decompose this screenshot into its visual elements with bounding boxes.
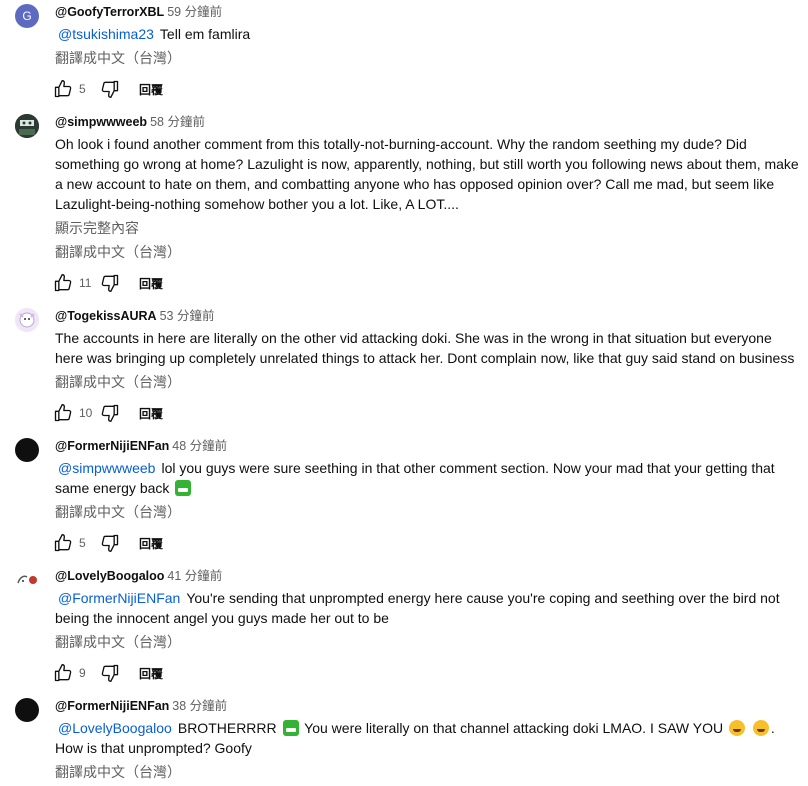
green-grin-emoji-icon — [175, 480, 192, 496]
like-button[interactable] — [52, 272, 74, 294]
reply-button[interactable]: 回覆 — [139, 275, 163, 292]
like-count: 5 — [79, 536, 86, 550]
thumb-up-icon — [54, 274, 72, 292]
thumb-up-icon — [54, 404, 72, 422]
translate-button[interactable]: 翻譯成中文（台灣） — [55, 372, 181, 392]
translate-button[interactable]: 翻譯成中文（台灣） — [55, 48, 181, 68]
comment-header: @LovelyBoogaloo 41 分鐘前 — [55, 568, 222, 584]
comment-actions: 11 回覆 — [52, 271, 163, 295]
thumb-down-icon — [101, 274, 119, 292]
comment-body: The accounts in here are literally on th… — [55, 330, 795, 366]
reply-button[interactable]: 回覆 — [139, 535, 163, 552]
comment-body-part2: You were literally on that channel attac… — [304, 720, 724, 736]
dislike-button[interactable] — [99, 78, 121, 100]
avatar-image-icon — [15, 568, 39, 592]
comment-time[interactable]: 58 分鐘前 — [150, 115, 205, 129]
reply-button[interactable]: 回覆 — [139, 81, 163, 98]
comment-time[interactable]: 41 分鐘前 — [167, 569, 222, 583]
comment-header: @GoofyTerrorXBL 59 分鐘前 — [55, 4, 222, 20]
reply-button[interactable]: 回覆 — [139, 405, 163, 422]
avatar[interactable] — [15, 698, 39, 722]
comment-author[interactable]: @LovelyBoogaloo — [55, 569, 164, 583]
translate-button[interactable]: 翻譯成中文（台灣） — [55, 242, 181, 262]
like-count: 10 — [79, 406, 93, 420]
show-more-button[interactable]: 顯示完整內容 — [55, 218, 139, 238]
translate-button[interactable]: 翻譯成中文（台灣） — [55, 502, 181, 522]
thumb-down-icon — [101, 534, 119, 552]
comment-text: Oh look i found another comment from thi… — [55, 134, 803, 214]
thumb-up-icon — [54, 534, 72, 552]
green-grin-emoji-icon — [282, 720, 299, 736]
comment-author[interactable]: @FormerNijiENFan — [55, 699, 169, 713]
comment-text: @simpwwweeb lol you guys were sure seethi… — [55, 458, 803, 498]
translate-button[interactable]: 翻譯成中文（台灣） — [55, 632, 181, 652]
comment-actions: 10 回覆 — [52, 401, 163, 425]
comment-time[interactable]: 38 分鐘前 — [172, 699, 227, 713]
avatar[interactable] — [15, 568, 39, 592]
like-count: 9 — [79, 666, 86, 680]
comment-author[interactable]: @simpwwweeb — [55, 115, 147, 129]
avatar-letter: G — [22, 9, 32, 23]
comment-body: Oh look i found another comment from thi… — [55, 136, 799, 212]
comment-header: @FormerNijiENFan 48 分鐘前 — [55, 438, 227, 454]
comment-time[interactable]: 59 分鐘前 — [167, 5, 222, 19]
comment-author[interactable]: @GoofyTerrorXBL — [55, 5, 164, 19]
dislike-button[interactable] — [99, 272, 121, 294]
comment-author[interactable]: @TogekissAURA — [55, 309, 157, 323]
comment-time[interactable]: 48 分鐘前 — [172, 439, 227, 453]
like-count: 5 — [79, 82, 86, 96]
avatar[interactable] — [15, 438, 39, 462]
like-button[interactable] — [52, 78, 74, 100]
thumb-down-icon — [101, 404, 119, 422]
mention-link[interactable]: @LovelyBoogaloo — [58, 720, 172, 736]
comment-text: @tsukishima23 Tell em famlira — [55, 24, 803, 44]
comment-time[interactable]: 53 分鐘前 — [160, 309, 215, 323]
thumb-up-icon — [54, 664, 72, 682]
mention-link[interactable]: @FormerNijiENFan — [58, 590, 180, 606]
thumb-up-icon — [54, 80, 72, 98]
comment-body: lol you guys were sure seething in that … — [55, 460, 775, 496]
thumb-down-icon — [101, 664, 119, 682]
avatar-image-icon — [15, 308, 39, 332]
mention-link[interactable]: @tsukishima23 — [58, 26, 154, 42]
comment-actions: 5 回覆 — [52, 77, 163, 101]
sweat-smile-emoji-icon — [728, 720, 745, 736]
comment-actions: 9 回覆 — [52, 661, 163, 685]
comment-text: @LovelyBoogaloo BROTHERRRR You were liter… — [55, 718, 803, 758]
like-button[interactable] — [52, 662, 74, 684]
thumb-down-icon — [101, 80, 119, 99]
reply-button[interactable]: 回覆 — [139, 665, 163, 682]
dislike-button[interactable] — [99, 532, 121, 554]
dislike-button[interactable] — [99, 662, 121, 684]
comment-header: @simpwwweeb 58 分鐘前 — [55, 114, 205, 130]
sweat-smile-emoji-icon — [752, 720, 769, 736]
comment-text: @FormerNijiENFan You're sending that unpr… — [55, 588, 803, 628]
avatar[interactable] — [15, 308, 39, 332]
comment-header: @FormerNijiENFan 38 分鐘前 — [55, 698, 227, 714]
dislike-button[interactable] — [99, 402, 121, 424]
avatar[interactable] — [15, 114, 39, 138]
comment-header: @TogekissAURA 53 分鐘前 — [55, 308, 214, 324]
like-button[interactable] — [52, 402, 74, 424]
avatar[interactable]: G — [15, 4, 39, 28]
like-button[interactable] — [52, 532, 74, 554]
translate-button[interactable]: 翻譯成中文（台灣） — [55, 762, 181, 782]
comment-body-part1: BROTHERRRR — [177, 720, 277, 736]
avatar-image-icon — [15, 114, 39, 138]
mention-link[interactable]: @simpwwweeb — [58, 460, 155, 476]
like-count: 11 — [79, 276, 92, 290]
comment-author[interactable]: @FormerNijiENFan — [55, 439, 169, 453]
comment-actions: 5 回覆 — [52, 531, 163, 555]
comment-body: Tell em famlira — [159, 26, 251, 42]
comment-text: The accounts in here are literally on th… — [55, 328, 803, 368]
